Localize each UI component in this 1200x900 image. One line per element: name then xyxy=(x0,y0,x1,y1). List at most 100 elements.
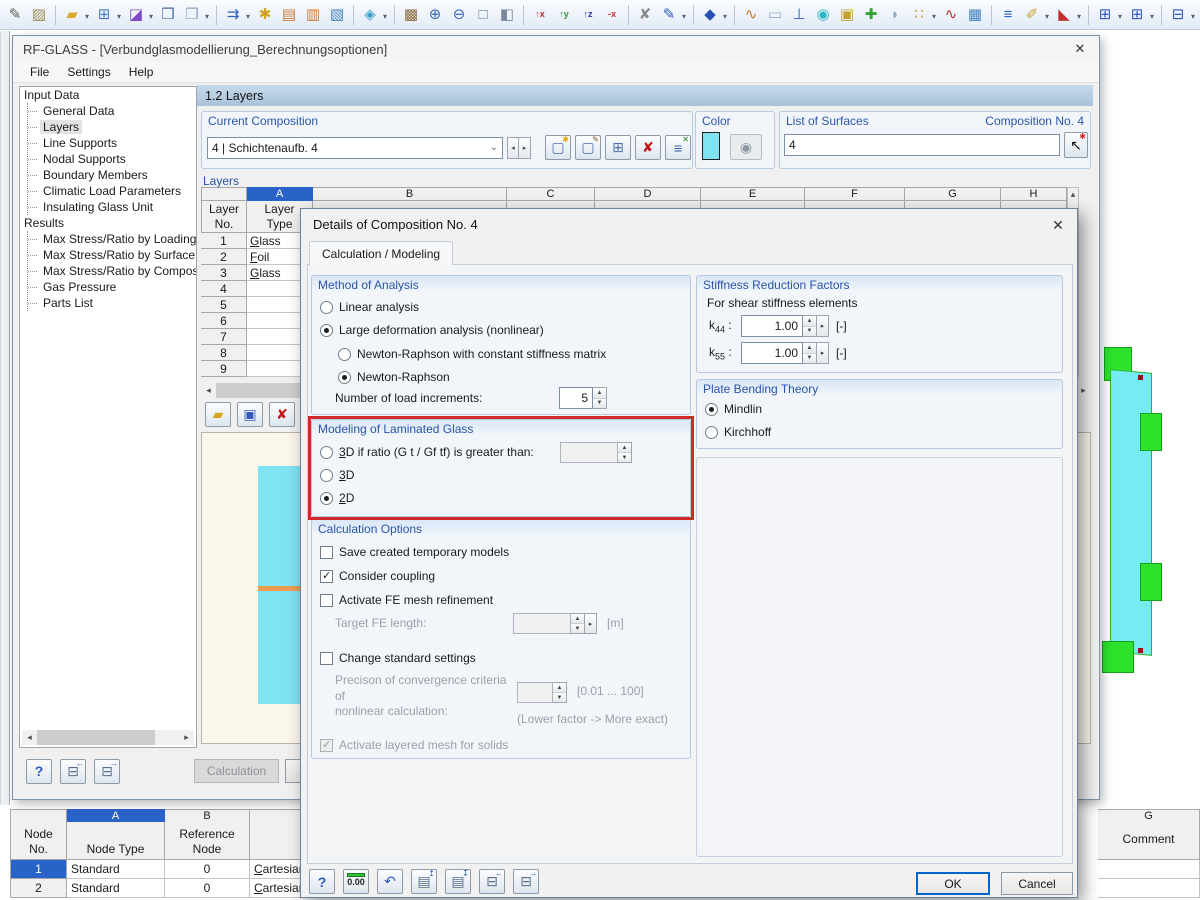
cut-view-icon[interactable]: ✘ xyxy=(633,3,657,27)
nav-section-results[interactable]: Results xyxy=(20,215,196,231)
help-button[interactable]: ? xyxy=(309,869,335,894)
dialog-titlebar[interactable]: Details of Composition No. 4 xyxy=(301,209,1077,239)
target-fe-input[interactable] xyxy=(513,613,571,634)
node-number-cell[interactable]: 2 xyxy=(10,879,67,898)
column-letter-cell[interactable]: G xyxy=(905,187,1001,201)
snap-settings-icon[interactable]: ▨ xyxy=(27,3,51,27)
generate-members-icon[interactable]: ⇉▾ xyxy=(221,3,245,27)
mesh-quad-icon[interactable]: ▤ xyxy=(277,3,301,27)
window-next-icon[interactable]: ⊞▾ xyxy=(1125,3,1149,27)
table-list-icon[interactable]: ≡ xyxy=(996,3,1020,27)
surface-book-icon[interactable]: ▧ xyxy=(325,3,349,27)
ok-button[interactable]: OK xyxy=(916,872,990,895)
sidebar-item-parts-list[interactable]: Parts List xyxy=(28,295,196,311)
mesh-generate-icon[interactable]: ▩ xyxy=(399,3,423,27)
view-y-icon[interactable]: ↑y xyxy=(552,3,576,27)
k55-input[interactable]: 1.00 xyxy=(741,342,803,364)
zoom-in-icon[interactable]: ⊕ xyxy=(423,3,447,27)
open-model-icon[interactable]: ▰▾ xyxy=(60,3,84,27)
scroll-thumb[interactable] xyxy=(37,730,155,745)
ratio-spinner[interactable]: ▲▼ xyxy=(618,442,632,463)
newton-raphson-constant-radio[interactable] xyxy=(338,348,351,361)
color-box-icon[interactable]: ▣ xyxy=(835,3,859,27)
sidebar-item-layers[interactable]: Layers xyxy=(28,119,196,135)
new-composition-button[interactable]: ▢✱ xyxy=(545,135,571,160)
window-tile-icon[interactable]: ⊟▾ xyxy=(1166,3,1190,27)
edit-geometry-icon[interactable]: ✎ xyxy=(3,3,27,27)
export-settings-button[interactable]: ⊟→ xyxy=(513,869,539,894)
composition-next-button[interactable]: ▸ xyxy=(519,137,531,159)
results-lens-icon[interactable]: ◉ xyxy=(811,3,835,27)
increments-input[interactable]: 5 xyxy=(559,387,593,409)
sidebar-item-max-stress-ratio-by-surface[interactable]: Max Stress/Ratio by Surface xyxy=(28,247,196,263)
linear-analysis-radio[interactable] xyxy=(320,301,333,314)
wire-view-icon[interactable]: □ xyxy=(471,3,495,27)
nav-section-input-data[interactable]: Input Data xyxy=(20,87,196,103)
layer-number-cell[interactable]: 1 xyxy=(201,233,247,249)
node-cell[interactable]: 0 xyxy=(165,860,250,879)
layer-number-cell[interactable]: 5 xyxy=(201,297,247,313)
view-minus-x-icon[interactable]: -x xyxy=(600,3,624,27)
layer-number-cell[interactable]: 9 xyxy=(201,361,247,377)
support-icon[interactable]: ⊥ xyxy=(787,3,811,27)
precision-input[interactable] xyxy=(517,682,553,703)
rotate-back-button[interactable]: ↶ xyxy=(377,869,403,894)
surfaces-input[interactable]: 4 xyxy=(784,134,1060,156)
node-cell[interactable]: Standard xyxy=(67,860,165,879)
open-layers-button[interactable]: ▰ xyxy=(205,402,231,427)
k55-spinner[interactable]: ▲▼ xyxy=(803,342,817,364)
view-x-icon[interactable]: ↑x xyxy=(528,3,552,27)
k44-input[interactable]: 1.00 xyxy=(741,315,803,337)
kirchhoff-radio[interactable] xyxy=(705,426,718,439)
layer-number-cell[interactable]: 2 xyxy=(201,249,247,265)
layer-number-cell[interactable]: 8 xyxy=(201,345,247,361)
calculation-button[interactable]: Calculation xyxy=(194,759,279,783)
menu-help[interactable]: Help xyxy=(120,63,163,81)
change-standard-settings-checkbox[interactable] xyxy=(320,652,333,665)
table-edit-icon[interactable]: ✐▾ xyxy=(1020,3,1044,27)
scroll-left-icon[interactable]: ◂ xyxy=(201,383,216,398)
node-cell[interactable]: 0 xyxy=(165,879,250,898)
column-letter-cell[interactable]: F xyxy=(805,187,905,201)
panel-grid-icon[interactable]: ∷▾ xyxy=(907,3,931,27)
sidebar-item-nodal-supports[interactable]: Nodal Supports xyxy=(28,151,196,167)
solid-view-icon[interactable]: ◧ xyxy=(495,3,519,27)
sidebar-item-general-data[interactable]: General Data xyxy=(28,103,196,119)
view-z-icon[interactable]: ↑z xyxy=(576,3,600,27)
tab-calculation-modeling[interactable]: Calculation / Modeling xyxy=(309,241,453,265)
window-close-button[interactable]: ✕ xyxy=(1065,38,1095,60)
save-temp-models-checkbox[interactable] xyxy=(320,546,333,559)
target-fe-spinner[interactable]: ▲▼ xyxy=(571,613,585,634)
scroll-left-icon[interactable]: ◂ xyxy=(22,730,37,745)
navigator-hscrollbar[interactable]: ◂▸ xyxy=(22,730,194,745)
new-node-icon[interactable]: ✱ xyxy=(253,3,277,27)
cancel-button[interactable]: Cancel xyxy=(1001,872,1073,895)
composition-select[interactable]: 4 | Schichtenaufb. 4 ⌄ xyxy=(207,137,503,159)
layer-number-cell[interactable]: 3 xyxy=(201,265,247,281)
sidebar-item-climatic-load-parameters[interactable]: Climatic Load Parameters xyxy=(28,183,196,199)
column-letter-cell[interactable]: D xyxy=(595,187,701,201)
sidebar-item-max-stress-ratio-by-loading[interactable]: Max Stress/Ratio by Loading xyxy=(28,231,196,247)
column-letter-cell[interactable]: H xyxy=(1001,187,1067,201)
fe-mesh-refinement-checkbox[interactable] xyxy=(320,594,333,607)
help-button[interactable]: ? xyxy=(26,759,52,784)
sidebar-item-boundary-members[interactable]: Boundary Members xyxy=(28,167,196,183)
menu-settings[interactable]: Settings xyxy=(58,63,119,81)
layer-number-cell[interactable]: 7 xyxy=(201,329,247,345)
node-cell[interactable]: Standard xyxy=(67,879,165,898)
rename-composition-button[interactable]: ▢✎ xyxy=(575,135,601,160)
eraser-icon[interactable]: ▭ xyxy=(763,3,787,27)
layer-number-cell[interactable]: 6 xyxy=(201,313,247,329)
nonlinear-analysis-radio[interactable] xyxy=(320,324,333,337)
delete-composition-button[interactable]: ✘ xyxy=(635,135,661,160)
print-graphic-icon[interactable]: ⊞▾ xyxy=(92,3,116,27)
mesh-refine-icon[interactable]: ▥ xyxy=(301,3,325,27)
column-letter-cell[interactable]: B xyxy=(313,187,507,201)
model-2d-radio[interactable] xyxy=(320,492,333,505)
window-prev-icon[interactable]: ⊞▾ xyxy=(1093,3,1117,27)
k44-more-button[interactable]: ▸ xyxy=(817,315,829,337)
sidebar-item-insulating-glass-unit[interactable]: Insulating Glass Unit xyxy=(28,199,196,215)
relations-icon[interactable]: ∿ xyxy=(739,3,763,27)
k55-more-button[interactable]: ▸ xyxy=(817,342,829,364)
node-number-cell[interactable]: 1 xyxy=(10,860,67,879)
